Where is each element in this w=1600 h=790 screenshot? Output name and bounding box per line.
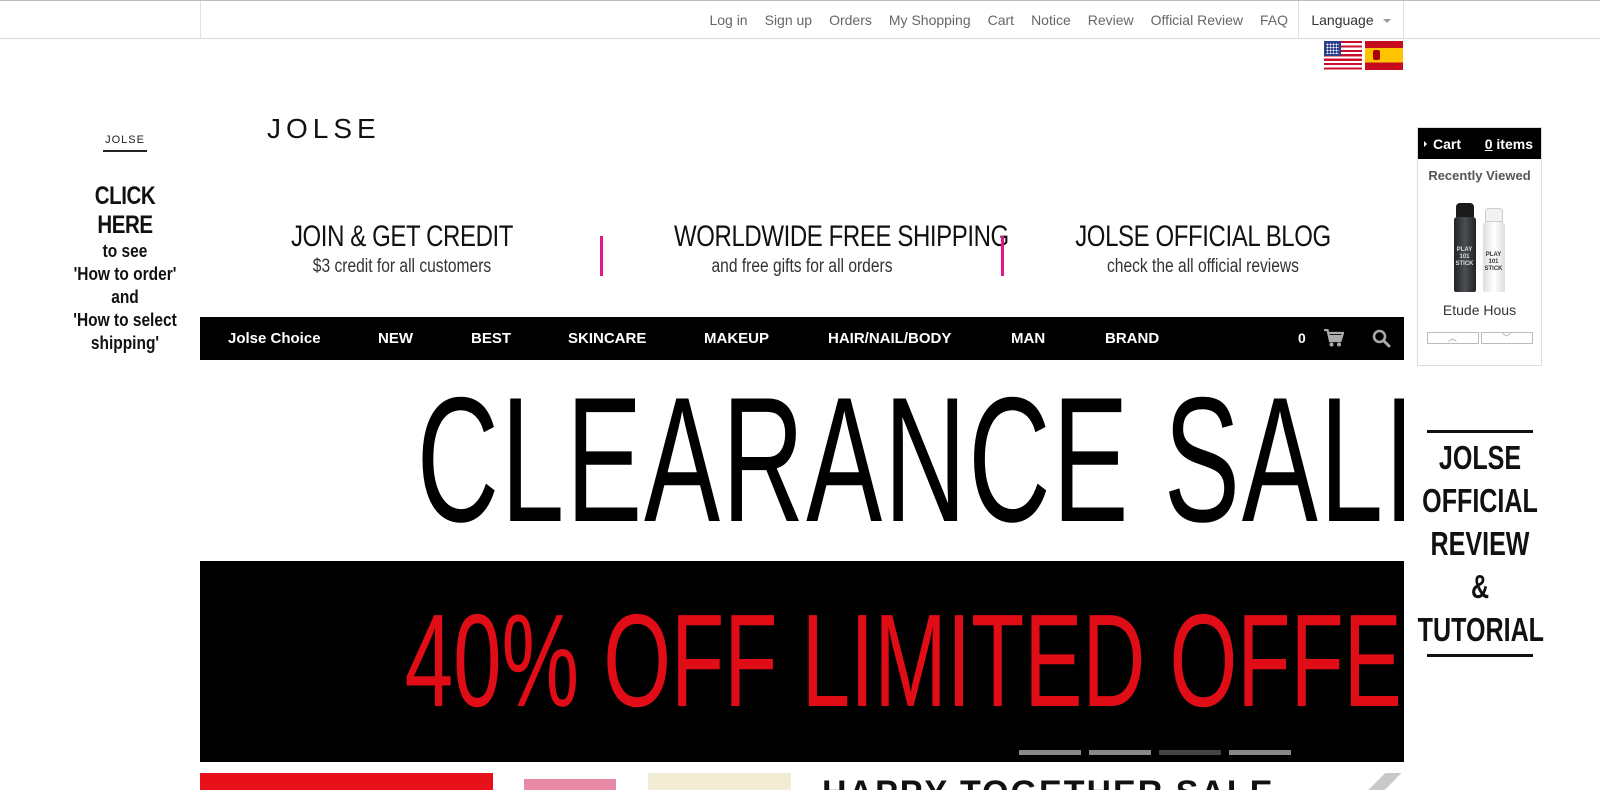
site-logo[interactable]: JOLSE — [267, 113, 381, 145]
teaser-banner-red[interactable] — [200, 773, 493, 790]
divider — [1427, 654, 1533, 657]
quick-cart-widget: Cart 0 items Recently Viewed PLAY 101 ST… — [1417, 127, 1542, 366]
feature-free-shipping[interactable]: WORLDWIDE FREE SHIPPING and free gifts f… — [642, 220, 1009, 278]
recent-nav: ︿ ﹀ — [1418, 332, 1541, 344]
feature-subtitle: $3 credit for all customers — [312, 256, 492, 277]
main-nav: Jolse Choice NEW BEST SKINCARE MAKEUP HA… — [200, 317, 1404, 360]
click-here-text: CLICK HERE — [94, 182, 156, 239]
mini-logo: JOLSE — [103, 134, 147, 152]
promo-line: OFFICIAL — [1422, 482, 1538, 519]
login-link[interactable]: Log in — [709, 12, 747, 28]
cart-count[interactable]: 0 — [1298, 317, 1306, 360]
review-link[interactable]: Review — [1088, 12, 1134, 28]
language-dropdown[interactable]: Language — [1298, 1, 1404, 39]
feature-subtitle: and free gifts for all orders — [711, 256, 893, 277]
chevron-up-icon[interactable]: ︿ — [1426, 332, 1479, 344]
nav-item-makeup[interactable]: MAKEUP — [704, 317, 769, 360]
nav-item-jolse-choice[interactable]: Jolse Choice — [228, 317, 321, 360]
carousel-dot-active[interactable] — [1159, 750, 1221, 755]
promo-line: TUTORIAL — [1417, 611, 1545, 648]
notice-link[interactable]: Notice — [1031, 12, 1071, 28]
nav-item-skincare[interactable]: SKINCARE — [568, 317, 646, 360]
carousel-indicators — [1019, 750, 1299, 755]
recently-viewed-title: Recently Viewed — [1428, 168, 1531, 183]
cart-link[interactable]: Cart — [988, 12, 1014, 28]
my-shopping-link[interactable]: My Shopping — [889, 12, 971, 28]
banner-offer: 40% OFF LIMITED OFFER — [404, 587, 1404, 734]
nav-item-man[interactable]: MAN — [1011, 317, 1045, 360]
product-thumbnail[interactable]: PLAY 101 STICK PLAY 101 STICK — [1450, 197, 1510, 292]
promo-line: to see — [102, 241, 148, 261]
carousel-dot[interactable] — [1229, 750, 1291, 755]
divider — [1427, 430, 1533, 433]
nav-item-brand[interactable]: BRAND — [1105, 317, 1159, 360]
feature-join-credit[interactable]: JOIN & GET CREDIT $3 credit for all cust… — [242, 220, 562, 278]
quick-cart-header[interactable]: Cart 0 items — [1418, 128, 1541, 159]
utility-nav: Log in Sign up Orders My Shopping Cart N… — [692, 1, 1288, 39]
divider — [600, 236, 603, 276]
teaser-headline[interactable]: HAPPY TOGETHER SALE — [822, 776, 1274, 790]
feature-title: JOIN & GET CREDIT — [290, 220, 514, 253]
official-review-link[interactable]: Official Review — [1151, 12, 1243, 28]
carousel-dot[interactable] — [1019, 750, 1081, 755]
product-name[interactable]: Etude Hous — [1418, 302, 1541, 318]
triangle-right-icon — [1424, 140, 1427, 147]
feature-official-blog[interactable]: JOLSE OFFICIAL BLOG check the all offici… — [1043, 220, 1363, 278]
orders-link[interactable]: Orders — [829, 12, 872, 28]
cart-icon[interactable] — [1324, 329, 1344, 347]
hero-banner-offer[interactable]: 40% OFF LIMITED OFFER — [200, 561, 1404, 762]
cart-items-count[interactable]: 0 items — [1485, 136, 1533, 152]
top-utility-bar: Log in Sign up Orders My Shopping Cart N… — [0, 0, 1600, 39]
promo-line: & — [1470, 568, 1490, 605]
cart-label: Cart — [1433, 135, 1462, 152]
how-to-order-promo[interactable]: JOLSE CLICK HERE to see 'How to order' a… — [60, 130, 190, 355]
hero-banner-headline[interactable]: CLEARANCE SALE — [200, 360, 1404, 561]
nav-item-best[interactable]: BEST — [471, 317, 511, 360]
teaser-image[interactable] — [648, 773, 791, 790]
nav-item-hair-nail-body[interactable]: HAIR/NAIL/BODY — [828, 317, 951, 360]
spain-flag-icon[interactable] — [1365, 41, 1403, 70]
banner-headline: CLEARANCE SALE — [416, 360, 1404, 559]
promo-line: and — [111, 287, 139, 307]
promo-line: 'How to order' — [73, 264, 177, 284]
faq-link[interactable]: FAQ — [1260, 12, 1288, 28]
nav-item-new[interactable]: NEW — [378, 317, 413, 360]
promo-line: JOLSE — [1438, 439, 1522, 476]
divider — [200, 1, 201, 39]
divider — [1001, 236, 1004, 276]
feature-subtitle: check the all official reviews — [1107, 256, 1299, 277]
chevron-down-icon — [1382, 19, 1391, 23]
carousel-dot[interactable] — [1089, 750, 1151, 755]
feature-title: WORLDWIDE FREE SHIPPING — [674, 220, 1009, 253]
signup-link[interactable]: Sign up — [765, 12, 812, 28]
language-label: Language — [1311, 12, 1374, 28]
teaser-image[interactable] — [524, 779, 616, 790]
chevron-down-icon[interactable]: ﹀ — [1480, 332, 1533, 344]
promo-line: 'How to select — [73, 310, 177, 330]
official-review-promo[interactable]: JOLSE OFFICIAL REVIEW & TUTORIAL — [1417, 430, 1545, 657]
feature-title: JOLSE OFFICIAL BLOG — [1075, 220, 1331, 253]
us-flag-icon[interactable] — [1324, 41, 1362, 70]
search-icon[interactable] — [1372, 329, 1391, 348]
promo-line: shipping' — [90, 333, 160, 353]
teaser-decoration — [1356, 773, 1404, 790]
promo-line: REVIEW — [1430, 525, 1530, 562]
